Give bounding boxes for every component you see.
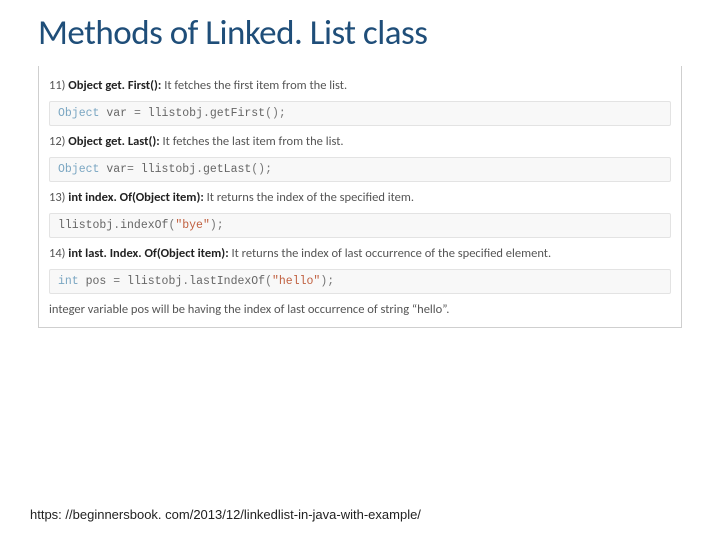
code-block-14: int pos = llistobj.lastIndexOf("hello"); — [49, 269, 671, 294]
method-13: 13) int index. Of(Object item): It retur… — [49, 190, 671, 207]
note-text: integer variable pos will be having the … — [49, 302, 671, 317]
content-box: 11) Object get. First(): It fetches the … — [38, 66, 682, 328]
code-block-11: Object var = llistobj.getFirst(); — [49, 101, 671, 126]
method-signature: int last. Index. Of(Object item): — [68, 246, 228, 261]
source-url: https: //beginnersbook. com/2013/12/link… — [30, 507, 421, 522]
method-number: 12) — [49, 134, 65, 149]
method-signature: Object get. Last(): — [68, 134, 159, 149]
method-number: 14) — [49, 246, 65, 261]
method-description: It returns the index of the specified it… — [207, 190, 414, 205]
slide: Methods of Linked. List class 11) Object… — [0, 0, 720, 328]
code-block-13: llistobj.indexOf("bye"); — [49, 213, 671, 238]
method-description: It fetches the first item from the list. — [164, 78, 347, 93]
method-12: 12) Object get. Last(): It fetches the l… — [49, 134, 671, 151]
method-description: It fetches the last item from the list. — [163, 134, 344, 149]
method-signature: Object get. First(): — [68, 78, 161, 93]
code-block-12: Object var= llistobj.getLast(); — [49, 157, 671, 182]
method-14: 14) int last. Index. Of(Object item): It… — [49, 246, 671, 263]
method-11: 11) Object get. First(): It fetches the … — [49, 78, 671, 95]
method-description: It returns the index of last occurrence … — [231, 246, 551, 261]
method-number: 11) — [49, 78, 65, 93]
method-signature: int index. Of(Object item): — [68, 190, 204, 205]
slide-title: Methods of Linked. List class — [38, 12, 682, 54]
method-number: 13) — [49, 190, 65, 205]
